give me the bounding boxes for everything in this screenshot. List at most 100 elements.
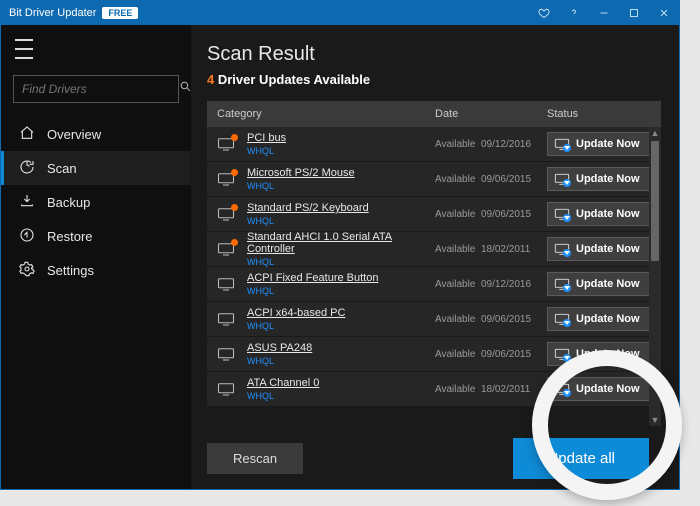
update-now-button[interactable]: Update Now <box>547 272 651 296</box>
driver-name[interactable]: Standard AHCI 1.0 Serial ATA Controller <box>247 231 435 256</box>
monitor-download-icon <box>554 312 570 326</box>
driver-date: Available 09/06/2015 <box>435 174 547 185</box>
close-icon[interactable] <box>649 1 679 25</box>
scroll-down-icon[interactable]: ▼ <box>651 414 660 426</box>
page-title: Scan Result <box>207 43 661 66</box>
updates-suffix: Driver Updates Available <box>218 72 370 87</box>
driver-date: Available 18/02/2011 <box>435 244 547 255</box>
driver-date: Available 18/02/2011 <box>435 384 547 395</box>
update-now-button[interactable]: Update Now <box>547 342 651 366</box>
update-now-button[interactable]: Update Now <box>547 307 651 331</box>
update-now-label: Update Now <box>576 313 640 325</box>
device-icon <box>217 347 247 361</box>
col-date: Date <box>435 108 547 120</box>
title-bar: Bit Driver Updater FREE <box>1 1 679 25</box>
driver-name[interactable]: ATA Channel 0 <box>247 377 435 390</box>
monitor-download-icon <box>554 347 570 361</box>
update-now-label: Update Now <box>576 348 640 360</box>
sidebar: Overview Scan Backup Restore Settings <box>1 25 191 489</box>
table-row: Microsoft PS/2 MouseWHQLAvailable 09/06/… <box>207 162 661 197</box>
update-now-label: Update Now <box>576 278 640 290</box>
main-panel: Scan Result 4 Driver Updates Available C… <box>191 25 679 489</box>
col-status: Status <box>547 108 661 120</box>
whql-label: WHQL <box>247 391 435 401</box>
device-icon <box>217 137 247 151</box>
maximize-icon[interactable] <box>619 1 649 25</box>
update-now-button[interactable]: Update Now <box>547 202 651 226</box>
help-icon[interactable] <box>559 1 589 25</box>
nav-icon <box>19 227 35 246</box>
updates-count: 4 <box>207 72 214 87</box>
sidebar-item-restore[interactable]: Restore <box>1 219 191 253</box>
table-row: ASUS PA248WHQLAvailable 09/06/2015 Update… <box>207 337 661 372</box>
whql-label: WHQL <box>247 356 435 366</box>
update-all-button[interactable]: Update all <box>513 438 649 479</box>
scroll-thumb[interactable] <box>651 141 659 261</box>
nav-icon <box>19 193 35 212</box>
monitor-download-icon <box>554 137 570 151</box>
update-now-button[interactable]: Update Now <box>547 167 651 191</box>
update-now-label: Update Now <box>576 138 640 150</box>
driver-name[interactable]: ACPI Fixed Feature Button <box>247 272 435 285</box>
device-icon <box>217 172 247 186</box>
search-box[interactable] <box>13 75 179 103</box>
whql-label: WHQL <box>247 216 435 226</box>
driver-name[interactable]: ACPI x64-based PC <box>247 307 435 320</box>
driver-name[interactable]: Microsoft PS/2 Mouse <box>247 167 435 180</box>
sidebar-item-label: Scan <box>47 161 77 176</box>
update-now-label: Update Now <box>576 383 640 395</box>
monitor-download-icon <box>554 382 570 396</box>
table-row: ATA Channel 0WHQLAvailable 18/02/2011 Upd… <box>207 372 661 407</box>
sidebar-item-backup[interactable]: Backup <box>1 185 191 219</box>
update-now-button[interactable]: Update Now <box>547 237 651 261</box>
monitor-download-icon <box>554 277 570 291</box>
driver-name[interactable]: PCI bus <box>247 132 435 145</box>
whql-label: WHQL <box>247 257 435 267</box>
whql-label: WHQL <box>247 321 435 331</box>
whql-label: WHQL <box>247 181 435 191</box>
device-icon <box>217 312 247 326</box>
sidebar-item-settings[interactable]: Settings <box>1 253 191 287</box>
driver-name[interactable]: Standard PS/2 Keyboard <box>247 202 435 215</box>
device-icon <box>217 207 247 221</box>
update-now-label: Update Now <box>576 173 640 185</box>
sidebar-item-scan[interactable]: Scan <box>1 151 191 185</box>
device-icon <box>217 242 247 256</box>
app-name: Bit Driver Updater <box>9 7 96 19</box>
driver-table: Category Date Status PCI busWHQLAvailabl… <box>207 101 661 426</box>
table-row: Standard PS/2 KeyboardWHQLAvailable 09/0… <box>207 197 661 232</box>
whql-label: WHQL <box>247 286 435 296</box>
sidebar-item-label: Settings <box>47 263 94 278</box>
search-input[interactable] <box>22 82 179 96</box>
driver-name[interactable]: ASUS PA248 <box>247 342 435 355</box>
monitor-download-icon <box>554 242 570 256</box>
update-now-button[interactable]: Update Now <box>547 377 651 401</box>
hamburger-icon[interactable] <box>15 39 39 59</box>
table-header: Category Date Status <box>207 101 661 127</box>
driver-date: Available 09/06/2015 <box>435 349 547 360</box>
update-now-button[interactable]: Update Now <box>547 132 651 156</box>
update-now-label: Update Now <box>576 208 640 220</box>
table-row: ACPI x64-based PCWHQLAvailable 09/06/201… <box>207 302 661 337</box>
minimize-icon[interactable] <box>589 1 619 25</box>
nav-icon <box>19 159 35 178</box>
nav-icon <box>19 261 35 280</box>
edition-badge: FREE <box>102 7 138 19</box>
rescan-button[interactable]: Rescan <box>207 443 303 474</box>
sidebar-item-label: Overview <box>47 127 101 142</box>
monitor-download-icon <box>554 207 570 221</box>
sidebar-item-label: Backup <box>47 195 90 210</box>
vertical-scrollbar[interactable]: ▲ ▼ <box>649 127 661 426</box>
scroll-up-icon[interactable]: ▲ <box>651 127 660 139</box>
driver-date: Available 09/12/2016 <box>435 139 547 150</box>
driver-date: Available 09/06/2015 <box>435 209 547 220</box>
table-row: PCI busWHQLAvailable 09/12/2016Update No… <box>207 127 661 162</box>
table-row: ACPI Fixed Feature ButtonWHQLAvailable 0… <box>207 267 661 302</box>
nav-icon <box>19 125 35 144</box>
heart-icon[interactable] <box>529 1 559 25</box>
sidebar-item-overview[interactable]: Overview <box>1 117 191 151</box>
table-row: Standard AHCI 1.0 Serial ATA ControllerW… <box>207 232 661 267</box>
sidebar-item-label: Restore <box>47 229 93 244</box>
update-now-label: Update Now <box>576 243 640 255</box>
device-icon <box>217 277 247 291</box>
